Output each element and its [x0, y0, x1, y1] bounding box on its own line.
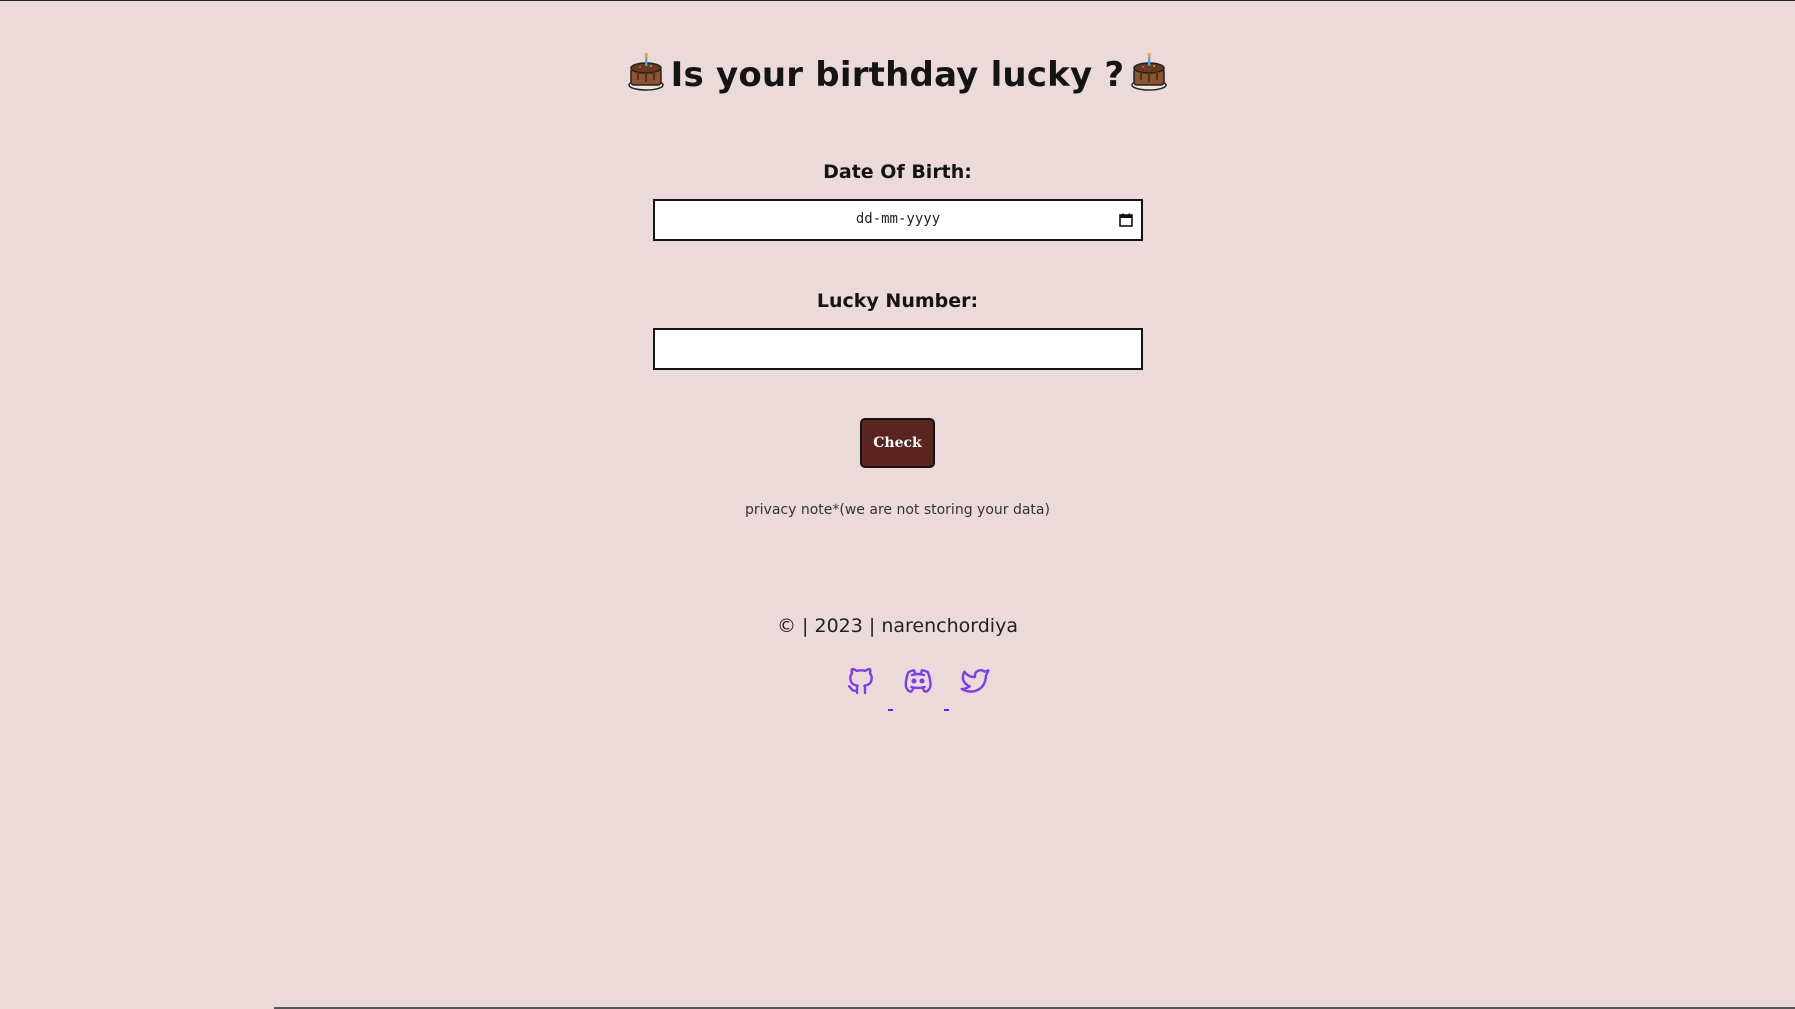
dob-label: Date Of Birth: [823, 161, 972, 183]
lucky-number-field[interactable] [653, 328, 1143, 370]
link-underline [888, 709, 893, 711]
dob-placeholder: dd-mm-yyyy [855, 211, 941, 227]
privacy-note: privacy note*(we are not storing your da… [745, 502, 1050, 518]
twitter-icon [959, 669, 991, 701]
footer-copyright: © | 2023 | narenchordiya [777, 615, 1018, 637]
twitter-link[interactable] [959, 665, 991, 697]
page-title: Is your birthday lucky ? [0, 52, 1795, 95]
link-underline [944, 709, 949, 711]
top-divider [0, 0, 1795, 1]
calendar-icon[interactable] [1119, 213, 1133, 227]
lucky-number-input[interactable] [655, 330, 1141, 368]
cake-icon [627, 52, 665, 92]
github-link[interactable] [845, 665, 877, 697]
discord-link[interactable] [902, 665, 934, 697]
page: Is your birthday lucky ? Date Of Birth: … [0, 0, 1795, 1009]
github-icon [845, 667, 877, 701]
lucky-number-label: Lucky Number: [816, 290, 979, 312]
cake-icon [1130, 52, 1168, 92]
dob-date-input[interactable]: dd-mm-yyyy [653, 199, 1143, 241]
discord-icon [902, 669, 934, 701]
title-text: Is your birthday lucky ? [670, 55, 1125, 95]
check-button[interactable]: Check [860, 418, 935, 468]
